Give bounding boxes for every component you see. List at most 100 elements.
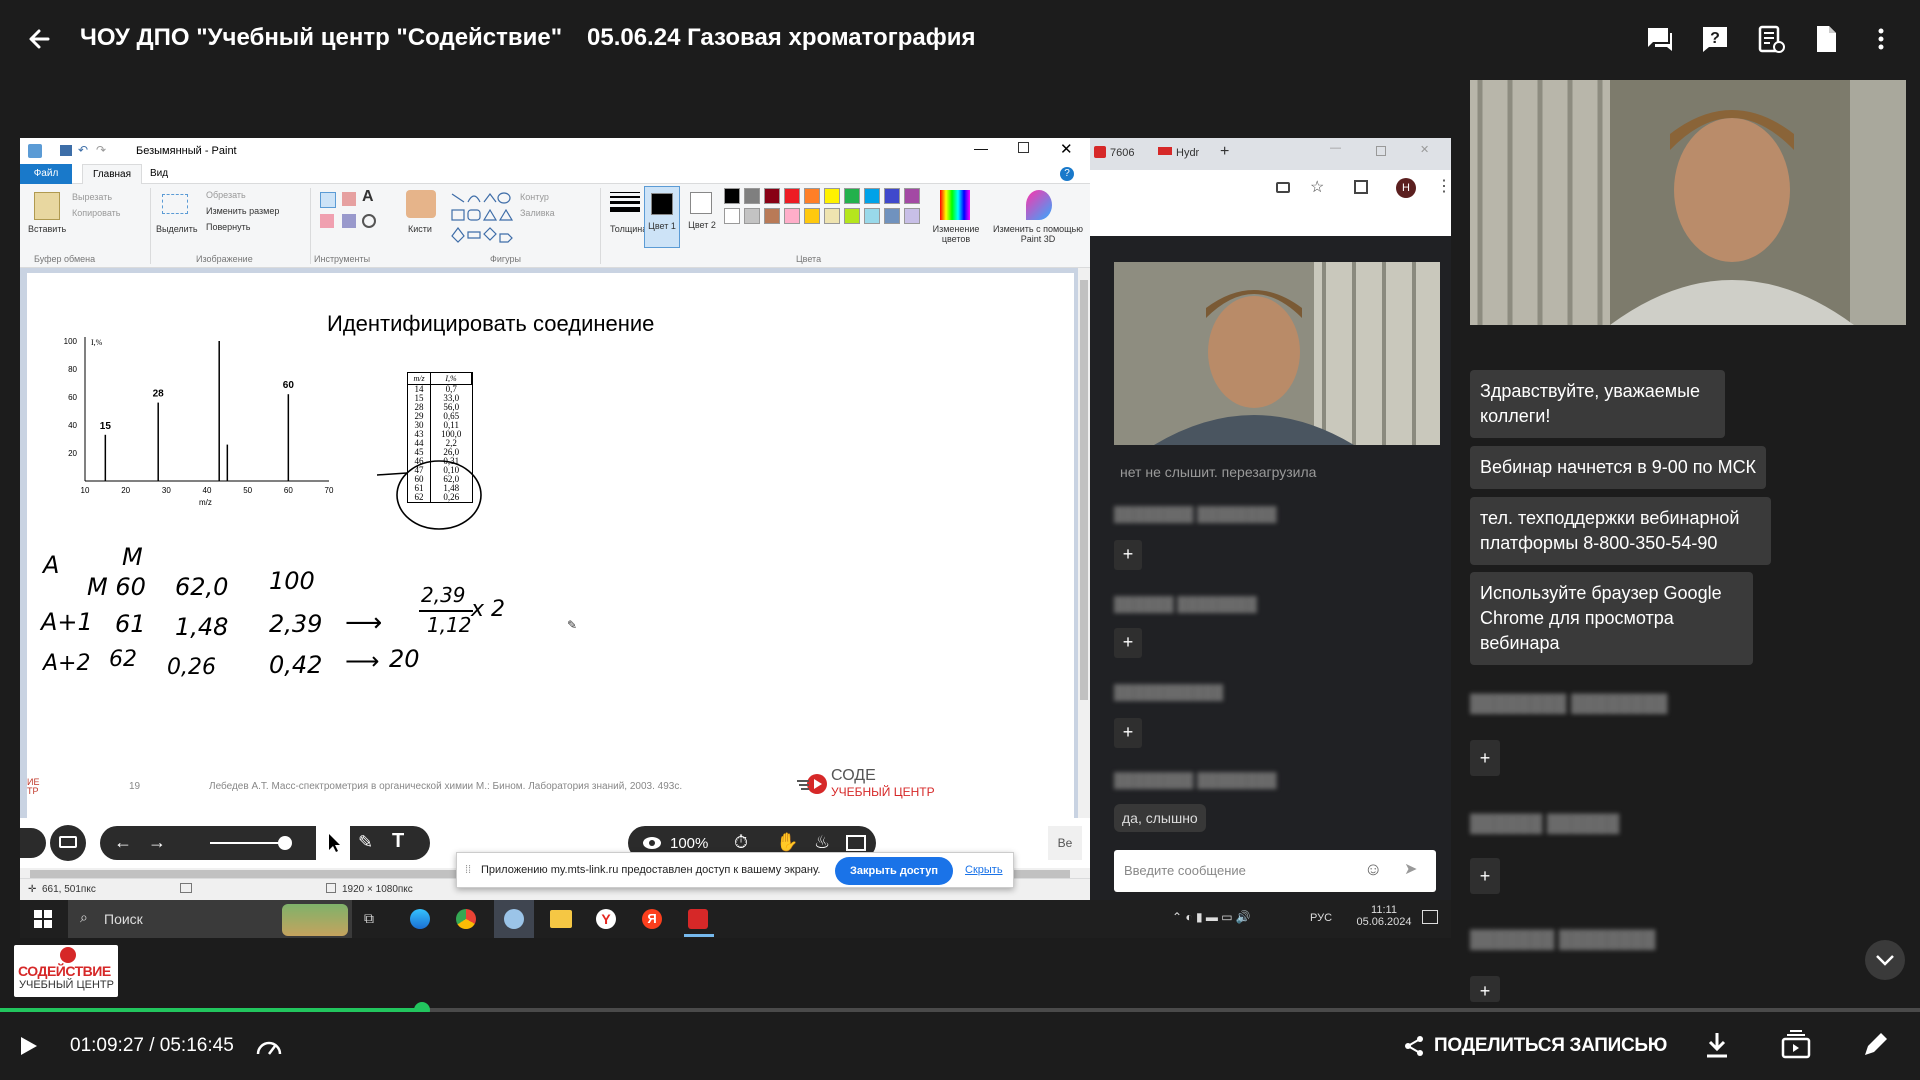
add-button[interactable]: + [1114,628,1142,658]
browser-maximize[interactable] [1376,146,1386,156]
palette-swatch[interactable] [824,208,840,224]
palette-swatch[interactable] [784,188,800,204]
palette-swatch[interactable] [864,208,880,224]
edge-icon[interactable] [410,909,430,929]
yandex-icon[interactable]: Я [642,909,662,929]
embedded-chat-input[interactable]: Введите сообщение ☺ ➤ [1114,850,1436,892]
paste-label[interactable]: Вставить [28,224,66,234]
rotate-button[interactable]: Повернуть [206,222,250,232]
brushes-icon[interactable] [406,190,436,218]
pencil-icon[interactable] [320,192,336,208]
windows-start-icon[interactable] [34,910,52,928]
eraser-icon[interactable] [320,214,334,228]
paint3d-icon[interactable] [1026,190,1052,220]
stop-sharing-button[interactable]: Закрыть доступ [835,857,953,885]
side-button[interactable]: Ве [1048,826,1082,860]
extensions-icon[interactable] [1354,180,1368,194]
keyboard-language[interactable]: РУС [1310,912,1332,924]
palette-swatch[interactable] [844,188,860,204]
edit-colors-icon[interactable] [940,190,970,220]
color1-button[interactable]: Цвет 1 [644,186,680,248]
zoom-level[interactable]: 100% [670,835,708,852]
palette-swatch[interactable] [904,188,920,204]
help-icon[interactable]: ? [1060,167,1074,181]
text-tool-icon[interactable]: A [362,188,374,206]
edit-button[interactable] [1860,1030,1890,1060]
download-button[interactable] [1702,1030,1732,1060]
palette-swatch[interactable] [724,188,740,204]
emoji-icon[interactable]: ☺ [1364,859,1382,880]
palette-swatch[interactable] [864,188,880,204]
close-button[interactable]: ✕ [1060,140,1073,158]
system-tray-icons[interactable]: ⌃ ◐ ▮ ▬ ▭ 🔊 [1172,910,1251,924]
browser-menu-icon[interactable]: ⋮ [1436,176,1451,196]
more-icon[interactable] [1866,24,1896,54]
profile-avatar[interactable]: H [1396,178,1416,198]
cut-button[interactable]: Вырезать [72,192,112,202]
screen-toggle[interactable] [50,825,86,861]
browser-close[interactable]: ✕ [1420,143,1429,156]
notification-center-icon[interactable] [1422,910,1438,924]
browser-tab-1[interactable]: 7606 [1110,147,1134,159]
maximize-button[interactable] [1018,142,1029,153]
speed-button[interactable] [254,1032,284,1062]
text-tool-icon[interactable]: T [392,830,404,853]
camera-toggle[interactable] [20,828,46,858]
share-recording-button[interactable]: ПОДЕЛИТЬСЯ ЗАПИСЬЮ [1434,1035,1667,1057]
drag-handle-icon[interactable]: ⁞⁞ [465,864,471,876]
palette-swatch[interactable] [744,188,760,204]
scroll-down-button[interactable] [1865,940,1905,980]
browser-minimize[interactable]: — [1330,142,1341,154]
bookmark-star-icon[interactable]: ☆ [1310,177,1324,197]
thickness-slider[interactable] [210,842,284,844]
chrome-icon[interactable] [456,909,476,929]
palette-swatch[interactable] [764,188,780,204]
pip-icon[interactable] [846,835,866,851]
add-button[interactable]: + [1114,718,1142,748]
paint-canvas[interactable]: Идентифицировать соединение 100 80 60 40 20 1… [27,273,1074,868]
prev-arrow-icon[interactable]: ← [114,832,132,853]
task-view-icon[interactable]: ⧉ [364,910,374,927]
palette-swatch[interactable] [784,208,800,224]
pen-tool-icon[interactable]: ✎ [358,832,373,853]
select-icon[interactable] [162,194,188,214]
menu-view[interactable]: Вид [150,168,168,179]
send-icon[interactable]: ➤ [1404,859,1417,879]
color2-button[interactable]: Цвет 2 [684,186,720,248]
palette-swatch[interactable] [884,188,900,204]
palette-swatch[interactable] [764,208,780,224]
explorer-icon[interactable] [550,910,572,928]
paint3d-label[interactable]: Изменить с помощью Paint 3D [988,224,1088,244]
next-arrow-icon[interactable]: → [148,832,166,853]
color-picker-icon[interactable] [342,214,356,228]
slider-knob[interactable] [278,836,292,850]
fill-button[interactable]: Заливка [520,208,555,218]
share-icon[interactable] [1402,1034,1426,1058]
help-icon[interactable]: ? [1700,24,1730,54]
add-button[interactable]: + [1114,540,1142,570]
palette-swatch[interactable] [904,208,920,224]
camera-icon[interactable] [1276,182,1290,193]
acrobat-icon[interactable] [688,909,708,929]
palette-swatch[interactable] [884,208,900,224]
vertical-scrollbar[interactable] [1078,268,1090,868]
minimize-button[interactable]: — [974,140,988,156]
add-button[interactable]: + [1470,740,1500,776]
notes-icon[interactable] [1756,24,1786,54]
paste-icon[interactable] [34,192,60,220]
save-icon[interactable] [60,145,72,156]
palette-swatch[interactable] [724,208,740,224]
new-tab-icon[interactable]: + [1220,143,1229,161]
fire-icon[interactable]: ♨ [814,832,830,853]
crop-button[interactable]: Обрезать [206,190,246,200]
play-button[interactable] [16,1034,40,1058]
slides-button[interactable] [1780,1030,1812,1060]
shapes-gallery[interactable] [450,190,520,246]
document-icon[interactable] [1811,24,1841,54]
palette-swatch[interactable] [804,188,820,204]
magnifier-icon[interactable] [362,214,376,228]
yandex-browser-icon[interactable]: Y [596,909,616,929]
menu-file[interactable]: Файл [20,164,72,184]
palette-swatch[interactable] [804,208,820,224]
copy-button[interactable]: Копировать [72,208,120,218]
